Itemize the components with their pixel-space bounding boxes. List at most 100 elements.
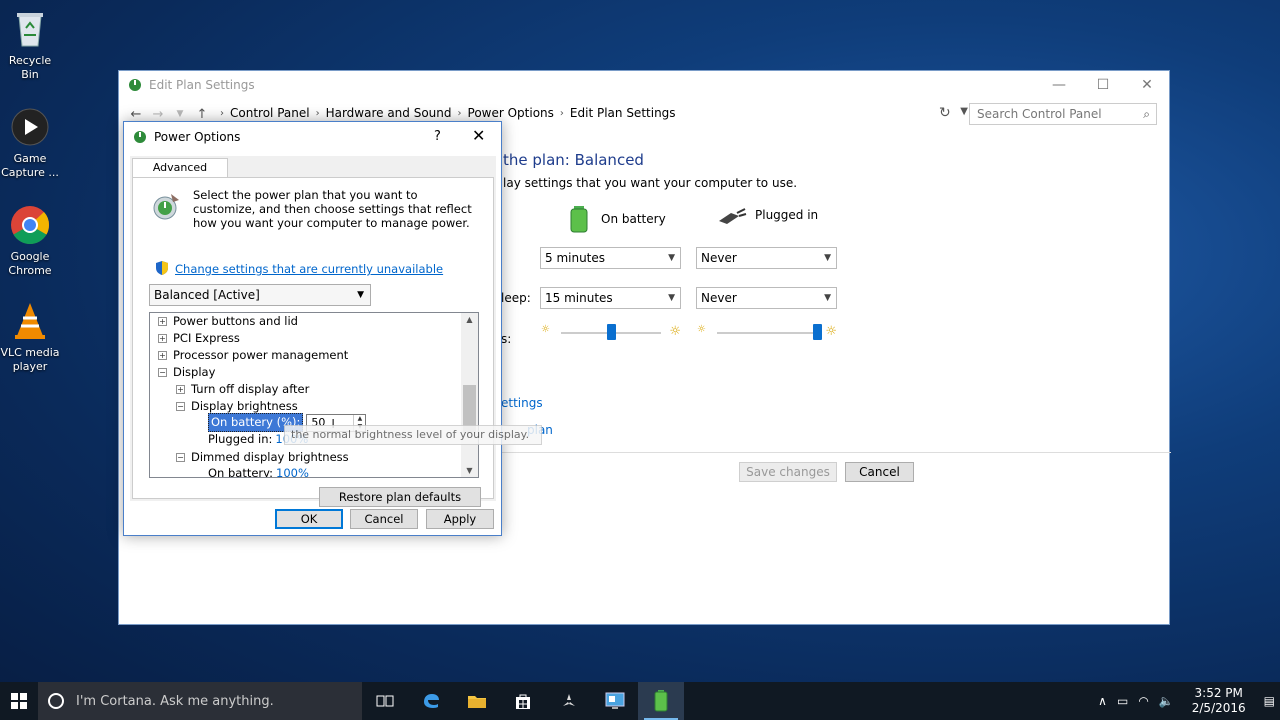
cancel-button[interactable]: Cancel xyxy=(845,462,914,482)
control-panel-icon[interactable] xyxy=(592,682,638,720)
tree-item-processor[interactable]: + Processor power management xyxy=(158,347,348,364)
tree-item-dimmed-on-battery[interactable]: On battery: 100% xyxy=(208,465,309,477)
app-icon[interactable] xyxy=(546,682,592,720)
dialog-titlebar: Power Options xyxy=(124,122,501,152)
desktop-icon-recycle-bin[interactable]: Recycle Bin xyxy=(0,8,60,82)
advanced-settings-panel: Select the power plan that you want to c… xyxy=(132,177,494,507)
dim-display-on-battery-select[interactable]: 5 minutes ▼ xyxy=(540,247,681,269)
tree-item-label: Processor power management xyxy=(173,348,349,362)
change-settings-link[interactable]: Change settings that are currently unava… xyxy=(175,262,443,276)
tree-item-label: Dimmed display brightness xyxy=(191,450,349,464)
expand-icon[interactable]: + xyxy=(158,334,167,343)
tab-advanced-settings[interactable]: Advanced settings xyxy=(132,158,228,192)
brightness-plugged-in-slider[interactable]: ☼ ☼ xyxy=(697,322,837,344)
date: 2/5/2016 xyxy=(1191,701,1246,715)
clock[interactable]: 3:52 PM 2/5/2016 xyxy=(1179,686,1259,716)
select-value: Balanced [Active] xyxy=(154,288,260,302)
forward-icon[interactable]: → xyxy=(147,107,169,122)
breadcrumb-power-options[interactable]: Power Options xyxy=(462,106,560,120)
dialog-title: Power Options xyxy=(154,130,241,144)
ok-button[interactable]: OK xyxy=(275,509,343,529)
tree-item-display[interactable]: − Display xyxy=(158,364,215,381)
sleep-on-battery-select[interactable]: 15 minutes ▼ xyxy=(540,287,681,309)
dialog-cancel-button[interactable]: Cancel xyxy=(350,509,418,529)
back-icon[interactable]: ← xyxy=(125,107,147,122)
system-tray: ∧ ▭ ◠ 🔈 3:52 PM 2/5/2016 ▤ xyxy=(1093,682,1280,720)
tree-item-label: Power buttons and lid xyxy=(173,314,298,328)
battery-tray-icon[interactable]: ▭ xyxy=(1112,694,1133,708)
wifi-icon[interactable]: ◠ xyxy=(1133,694,1153,708)
tree-item-label: Turn off display after xyxy=(191,382,310,396)
breadcrumb-edit-plan-settings[interactable]: Edit Plan Settings xyxy=(564,106,682,120)
minimize-button[interactable]: — xyxy=(1037,71,1081,99)
uac-shield-icon xyxy=(155,260,169,279)
desktop-icon-label: VLC media player xyxy=(0,346,60,373)
save-changes-button[interactable]: Save changes xyxy=(739,462,837,482)
chrome-icon xyxy=(9,204,51,246)
dialog-close-button[interactable]: ✕ xyxy=(472,126,485,145)
recent-dropdown-icon[interactable]: ▼ xyxy=(169,109,191,119)
settings-tree[interactable]: + Power buttons and lid + PCI Express + Pro… xyxy=(149,312,479,478)
file-explorer-icon[interactable] xyxy=(454,682,500,720)
scroll-down-icon[interactable]: ▼ xyxy=(461,466,478,475)
power-plan-icon xyxy=(151,190,183,225)
start-button[interactable] xyxy=(0,682,38,720)
expand-icon[interactable]: + xyxy=(158,351,167,360)
dim-display-plugged-in-select[interactable]: Never ▼ xyxy=(696,247,837,269)
column-plugged-in: Plugged in xyxy=(717,205,818,225)
scroll-up-icon[interactable]: ▲ xyxy=(461,315,478,324)
collapse-icon[interactable]: − xyxy=(158,368,167,377)
collapse-icon[interactable]: − xyxy=(176,402,185,411)
dialog-body: Advanced settings Select the power plan … xyxy=(130,156,496,507)
help-button[interactable]: ? xyxy=(434,129,441,144)
sleep-row-label: leep: xyxy=(501,291,531,305)
plug-icon xyxy=(719,208,747,224)
chevron-down-icon: ▼ xyxy=(668,253,675,263)
tree-item-pci-express[interactable]: + PCI Express xyxy=(158,330,240,347)
power-options-icon xyxy=(127,77,143,93)
cortana-search-box[interactable]: I'm Cortana. Ask me anything. xyxy=(38,682,362,720)
brightness-on-battery-slider[interactable]: ☼ ☼ xyxy=(541,322,681,344)
tree-item-dimmed-brightness[interactable]: − Dimmed display brightness xyxy=(176,449,349,466)
tree-item-turn-off-display[interactable]: + Turn off display after xyxy=(176,381,309,398)
chevron-down-icon: ▼ xyxy=(357,290,364,300)
maximize-button[interactable]: ☐ xyxy=(1081,71,1125,99)
dimmed-on-battery-value[interactable]: 100% xyxy=(276,465,309,477)
expand-icon[interactable]: + xyxy=(176,385,185,394)
slider-thumb[interactable] xyxy=(606,324,616,340)
volume-icon[interactable]: 🔈 xyxy=(1154,694,1179,708)
task-view-icon[interactable] xyxy=(362,682,408,720)
chevron-up-icon[interactable]: ∧ xyxy=(1093,694,1112,708)
store-icon[interactable] xyxy=(500,682,546,720)
search-placeholder: Search Control Panel xyxy=(977,107,1102,121)
breadcrumb-hardware-and-sound[interactable]: Hardware and Sound xyxy=(320,106,458,120)
desktop-icon-vlc[interactable]: VLC media player xyxy=(0,300,60,374)
plugged-in-label: Plugged in xyxy=(755,208,819,222)
collapse-icon[interactable]: − xyxy=(176,453,185,462)
chevron-down-icon[interactable]: ▼ xyxy=(960,106,968,117)
bright-sun-icon: ☼ xyxy=(669,324,681,339)
search-input[interactable]: Search Control Panel ⌕ xyxy=(969,103,1157,125)
desktop-icon-google-chrome[interactable]: Google Chrome xyxy=(0,204,60,278)
tree-scrollbar[interactable]: ▲ ▼ xyxy=(461,313,478,477)
game-capture-icon xyxy=(9,106,51,148)
plan-heading: the plan: Balanced xyxy=(503,151,644,169)
bright-sun-icon: ☼ xyxy=(825,324,837,339)
slider-thumb[interactable] xyxy=(812,324,822,340)
breadcrumb-control-panel[interactable]: Control Panel xyxy=(224,106,316,120)
action-center-icon[interactable]: ▤ xyxy=(1259,694,1280,708)
tree-item-power-buttons[interactable]: + Power buttons and lid xyxy=(158,313,298,330)
edge-icon[interactable] xyxy=(408,682,454,720)
advanced-settings-link[interactable]: ettings xyxy=(501,396,543,410)
refresh-icon[interactable]: ↻ xyxy=(939,105,951,121)
power-options-taskbar-icon[interactable] xyxy=(638,682,684,720)
dim-sun-icon: ☼ xyxy=(541,324,550,335)
expand-icon[interactable]: + xyxy=(158,317,167,326)
restore-plan-defaults-button[interactable]: Restore plan defaults xyxy=(319,487,481,507)
sleep-plugged-in-select[interactable]: Never ▼ xyxy=(696,287,837,309)
close-button[interactable]: ✕ xyxy=(1125,71,1169,99)
up-icon[interactable]: ↑ xyxy=(191,107,213,122)
apply-button[interactable]: Apply xyxy=(426,509,494,529)
desktop-icon-game-capture[interactable]: Game Capture ... xyxy=(0,106,60,180)
plan-select[interactable]: Balanced [Active] ▼ xyxy=(149,284,371,306)
